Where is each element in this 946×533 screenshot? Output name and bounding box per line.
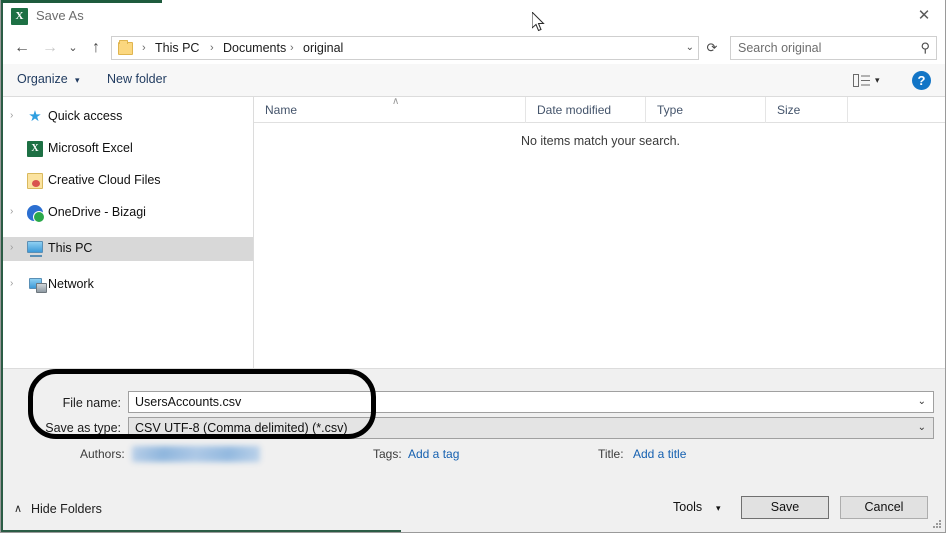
chevron-right-icon[interactable]: › <box>10 278 13 289</box>
save-as-dialog: X Save As ✕ ← → ⌄ ↑ › This PC › Document… <box>0 0 946 533</box>
network-icon <box>29 278 47 293</box>
search-input[interactable] <box>738 37 908 59</box>
chevron-right-icon[interactable]: › <box>10 242 13 253</box>
window-title: Save As <box>36 8 84 23</box>
breadcrumb-separator: › <box>210 42 214 54</box>
tools-button[interactable]: Tools <box>673 500 702 514</box>
breadcrumb-separator: › <box>142 42 146 54</box>
forward-icon[interactable]: → <box>37 32 63 64</box>
column-header-name[interactable]: Name ∧ <box>254 96 526 123</box>
star-icon: ★ <box>28 108 42 125</box>
accent-stripe-left <box>1 0 3 532</box>
creative-cloud-icon <box>27 173 43 189</box>
chevron-up-icon[interactable]: ∧ <box>14 502 22 515</box>
save-as-type-label: Save as type: <box>45 421 121 435</box>
sidebar-item-label: Creative Cloud Files <box>48 173 161 187</box>
computer-icon <box>27 241 43 257</box>
back-icon[interactable]: ← <box>9 32 35 64</box>
column-header-label: Type <box>657 103 684 117</box>
onedrive-icon <box>27 205 45 223</box>
sidebar-item-quick-access[interactable]: › ★ Quick access <box>1 105 253 129</box>
column-header-date-modified[interactable]: Date modified <box>526 97 646 123</box>
new-folder-button[interactable]: New folder <box>107 72 167 86</box>
title-label: Title: <box>598 447 624 461</box>
sidebar-item-microsoft-excel[interactable]: X Microsoft Excel <box>1 137 253 161</box>
column-header-label: Name <box>265 103 298 117</box>
folder-icon <box>118 40 133 55</box>
sidebar-item-creative-cloud-files[interactable]: Creative Cloud Files <box>1 169 253 193</box>
address-bar[interactable]: › This PC › Documents › original ⌄ <box>111 36 699 60</box>
chevron-down-icon[interactable]: ▾ <box>875 75 880 86</box>
chevron-down-icon[interactable]: ▾ <box>716 503 721 514</box>
document-metadata-row: Authors: Tags: Add a tag Title: Add a ti… <box>1 446 945 467</box>
chevron-down-icon[interactable]: ⌄ <box>918 422 926 433</box>
file-list-pane[interactable]: Name ∧ Date modified Type Size No items … <box>254 96 945 368</box>
excel-icon: X <box>11 8 28 25</box>
sidebar-item-this-pc[interactable]: › This PC <box>1 237 253 261</box>
command-toolbar: Organize ▾ New folder ▾ ? <box>1 64 945 97</box>
recent-locations-icon[interactable]: ⌄ <box>63 32 83 64</box>
column-header-row: Name ∧ Date modified Type Size <box>254 96 945 123</box>
mouse-cursor <box>532 12 545 32</box>
breadcrumb-this-pc[interactable]: This PC <box>155 41 199 55</box>
chevron-down-icon[interactable]: ⌄ <box>686 42 694 53</box>
accent-stripe-bottom <box>1 530 401 532</box>
save-as-type-value: CSV UTF-8 (Comma delimited) (*.csv) <box>135 421 348 435</box>
empty-state-message: No items match your search. <box>520 134 681 148</box>
hide-folders-button[interactable]: Hide Folders <box>31 502 102 516</box>
column-header-size[interactable]: Size <box>766 97 848 123</box>
save-as-type-select[interactable]: CSV UTF-8 (Comma delimited) (*.csv) ⌄ <box>128 417 934 439</box>
sidebar-item-label: This PC <box>48 241 93 255</box>
sidebar-item-network[interactable]: › Network <box>1 273 253 297</box>
organize-button[interactable]: Organize <box>17 72 68 86</box>
chevron-right-icon[interactable]: › <box>10 206 13 217</box>
tags-label: Tags: <box>373 447 402 461</box>
breadcrumb-documents[interactable]: Documents <box>223 41 286 55</box>
chevron-down-icon[interactable]: ⌄ <box>918 396 926 407</box>
add-a-tag-link[interactable]: Add a tag <box>408 447 459 461</box>
sidebar-item-onedrive[interactable]: › OneDrive - Bizagi <box>1 201 253 225</box>
resize-grip[interactable] <box>932 519 942 529</box>
help-icon[interactable]: ? <box>912 71 931 90</box>
sidebar-item-label: OneDrive - Bizagi <box>48 205 146 219</box>
close-icon[interactable]: ✕ <box>901 0 945 32</box>
search-box[interactable]: ⚲ <box>730 36 937 60</box>
up-icon[interactable]: ↑ <box>83 32 109 64</box>
sidebar-item-label: Microsoft Excel <box>48 141 133 155</box>
save-button[interactable]: Save <box>741 496 829 519</box>
navigation-sidebar: › ★ Quick access X Microsoft Excel Creat… <box>1 97 253 368</box>
breadcrumb-separator: › <box>290 42 294 54</box>
navigation-bar: ← → ⌄ ↑ › This PC › Documents › original… <box>1 32 945 64</box>
column-header-label: Size <box>777 103 801 117</box>
column-header-label: Date modified <box>537 103 612 117</box>
file-name-input[interactable]: UsersAccounts.csv ⌄ <box>128 391 934 413</box>
authors-value-redacted[interactable] <box>132 446 260 462</box>
sidebar-item-label: Quick access <box>48 109 123 123</box>
title-bar: X Save As ✕ <box>1 0 945 32</box>
cancel-button[interactable]: Cancel <box>840 496 928 519</box>
view-layout-icon[interactable] <box>853 74 870 87</box>
breadcrumb-original[interactable]: original <box>303 41 343 55</box>
excel-icon: X <box>27 141 43 157</box>
sort-ascending-icon: ∧ <box>392 96 400 107</box>
column-header-type[interactable]: Type <box>646 97 766 123</box>
authors-label: Authors: <box>80 447 125 461</box>
chevron-right-icon[interactable]: › <box>10 110 13 121</box>
chevron-down-icon[interactable]: ▾ <box>75 75 80 86</box>
add-a-title-link[interactable]: Add a title <box>633 447 686 461</box>
file-name-value: UsersAccounts.csv <box>135 395 242 409</box>
search-icon[interactable]: ⚲ <box>920 40 930 56</box>
refresh-icon[interactable]: ⟳ <box>701 36 723 60</box>
sidebar-item-label: Network <box>48 277 94 291</box>
accent-stripe-top <box>1 0 162 3</box>
file-name-label: File name: <box>62 396 121 410</box>
